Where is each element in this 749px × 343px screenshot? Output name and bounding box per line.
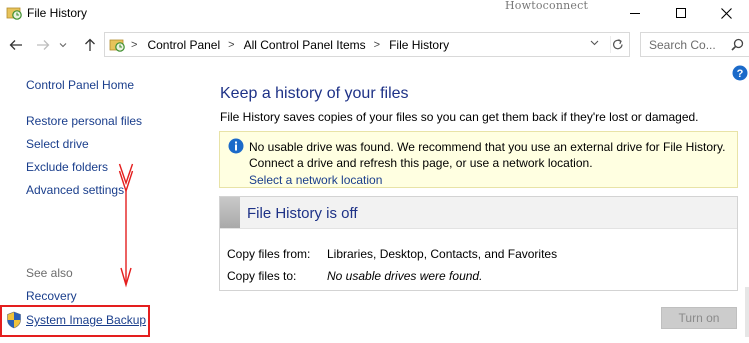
recent-locations-button[interactable]	[56, 35, 70, 55]
info-message-line2: Connect a drive and refresh this page, o…	[249, 156, 593, 170]
watermark: Howtoconnect	[505, 0, 589, 12]
status-indicator	[220, 197, 240, 228]
info-bar: No usable drive was found. We recommend …	[219, 131, 738, 188]
up-button[interactable]	[80, 35, 100, 55]
turn-on-button[interactable]: Turn on	[661, 307, 737, 329]
search-icon[interactable]	[731, 38, 744, 51]
forward-arrow-icon	[37, 40, 50, 50]
breadcrumb-separator[interactable]: >	[131, 39, 137, 51]
navigation-bar: > Control Panel > All Control Panel Item…	[0, 32, 749, 58]
search-input[interactable]: Search Co...	[640, 32, 749, 57]
copy-from-value: Libraries, Desktop, Contacts, and Favori…	[327, 247, 558, 261]
shield-icon	[7, 311, 21, 329]
chevron-down-icon[interactable]	[590, 40, 599, 46]
see-also-heading: See also	[26, 266, 73, 280]
breadcrumb-file-history[interactable]: File History	[389, 38, 449, 52]
system-image-backup-link[interactable]: System Image Backup	[26, 313, 146, 327]
maximize-icon	[676, 8, 686, 18]
breadcrumb: > Control Panel > All Control Panel Item…	[127, 33, 449, 56]
copy-from-label: Copy files from:	[227, 247, 311, 261]
minimize-icon	[630, 13, 640, 14]
up-arrow-icon	[85, 38, 95, 51]
status-header: File History is off	[220, 197, 737, 229]
minimize-button[interactable]	[612, 0, 658, 26]
close-button[interactable]	[703, 0, 749, 26]
annotation-arrow	[118, 163, 134, 288]
maximize-button[interactable]	[658, 0, 704, 26]
refresh-icon[interactable]	[610, 36, 626, 53]
address-bar[interactable]: > Control Panel > All Control Panel Item…	[104, 32, 630, 57]
window-title: File History	[27, 6, 88, 20]
close-icon	[720, 7, 732, 19]
restore-personal-files-link[interactable]: Restore personal files	[26, 114, 142, 128]
select-network-location-link[interactable]: Select a network location	[249, 173, 382, 187]
info-message-line1: No usable drive was found. We recommend …	[249, 140, 726, 154]
page-heading: Keep a history of your files	[220, 85, 409, 102]
back-button[interactable]	[6, 35, 26, 55]
info-icon	[228, 138, 244, 154]
control-panel-home-link[interactable]: Control Panel Home	[26, 78, 134, 92]
help-icon[interactable]: ?	[732, 65, 748, 81]
breadcrumb-all-items[interactable]: All Control Panel Items	[244, 38, 366, 52]
recovery-link[interactable]: Recovery	[26, 289, 77, 303]
search-placeholder: Search Co...	[649, 38, 716, 52]
forward-button[interactable]	[33, 35, 53, 55]
dropdown-icon	[59, 43, 67, 48]
file-history-icon	[109, 39, 125, 52]
breadcrumb-control-panel[interactable]: Control Panel	[147, 38, 220, 52]
page-description: File History saves copies of your files …	[220, 110, 699, 124]
breadcrumb-separator[interactable]: >	[228, 39, 234, 51]
back-arrow-icon	[9, 40, 22, 50]
status-title: File History is off	[247, 205, 358, 222]
breadcrumb-separator[interactable]: >	[374, 39, 380, 51]
status-panel: File History is off Copy files from: Lib…	[219, 196, 738, 291]
advanced-settings-link[interactable]: Advanced settings	[26, 183, 124, 197]
exclude-folders-link[interactable]: Exclude folders	[26, 160, 108, 174]
select-drive-link[interactable]: Select drive	[26, 137, 89, 151]
copy-to-value: No usable drives were found.	[327, 269, 483, 283]
copy-to-label: Copy files to:	[227, 269, 297, 283]
svg-text:?: ?	[737, 68, 744, 80]
title-bar: File History Howtoconnect	[0, 0, 749, 27]
file-history-icon	[6, 7, 22, 20]
scrollbar[interactable]	[745, 287, 749, 337]
